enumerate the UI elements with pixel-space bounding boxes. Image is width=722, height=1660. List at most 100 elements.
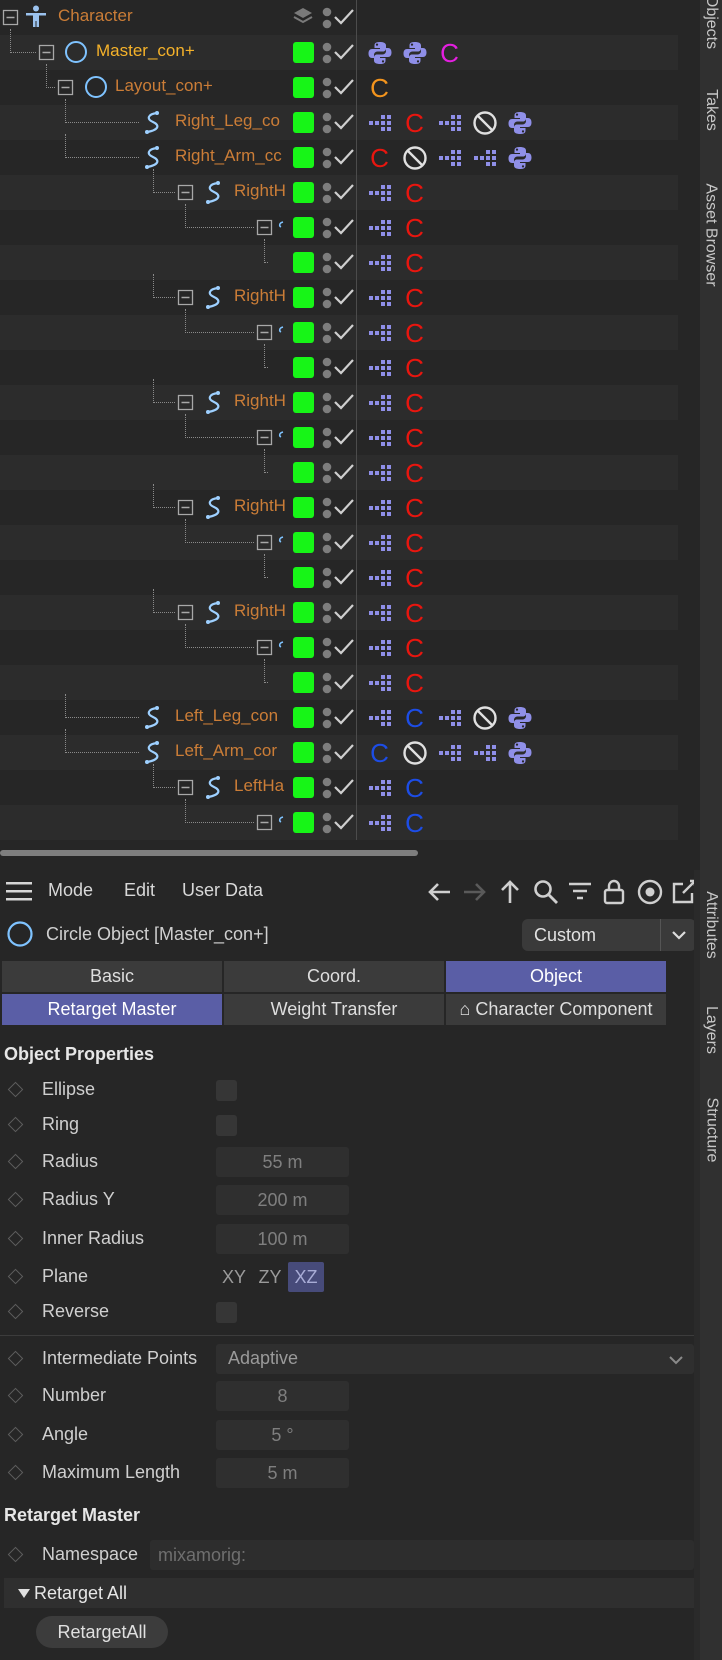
layer-color-swatch[interactable] bbox=[293, 567, 314, 588]
constraint-tag[interactable]: C bbox=[362, 74, 397, 102]
ik-tag[interactable] bbox=[362, 319, 397, 347]
enabled-check-icon[interactable] bbox=[333, 601, 355, 623]
collapse-icon[interactable] bbox=[177, 394, 194, 411]
animate-diamond-icon[interactable] bbox=[7, 1464, 24, 1481]
side-tab-takes[interactable]: Takes bbox=[700, 65, 722, 155]
ik-tag[interactable] bbox=[432, 739, 467, 767]
layer-color-swatch[interactable] bbox=[293, 322, 314, 343]
side-tab-structure[interactable]: Structure bbox=[700, 1075, 722, 1185]
constraint-tag[interactable]: C bbox=[397, 109, 432, 137]
object-row[interactable]: Left_Leg_con C bbox=[0, 694, 678, 735]
layer-color-swatch[interactable] bbox=[293, 147, 314, 168]
ik-tag[interactable] bbox=[362, 249, 397, 277]
python-tag[interactable] bbox=[502, 144, 537, 172]
visibility-dots-icon[interactable] bbox=[320, 390, 334, 416]
visibility-dots-icon[interactable] bbox=[320, 740, 334, 766]
object-name[interactable]: Master_con+ bbox=[96, 41, 276, 61]
visibility-dots-icon[interactable] bbox=[320, 75, 334, 101]
object-row[interactable]: RightH C bbox=[0, 274, 678, 315]
hamburger-menu-icon[interactable] bbox=[6, 880, 32, 902]
filter-icon[interactable] bbox=[566, 878, 594, 906]
preset-dropdown-button[interactable] bbox=[660, 919, 696, 951]
object-row[interactable]: Right_Leg_co C bbox=[0, 99, 678, 140]
ik-tag[interactable] bbox=[362, 354, 397, 382]
enabled-check-icon[interactable] bbox=[333, 146, 355, 168]
collapse-icon[interactable] bbox=[57, 79, 74, 96]
animate-diamond-icon[interactable] bbox=[7, 1350, 24, 1367]
enabled-check-icon[interactable] bbox=[333, 426, 355, 448]
ik-tag[interactable] bbox=[362, 634, 397, 662]
layer-color-swatch[interactable] bbox=[293, 77, 314, 98]
retarget-all-button[interactable]: RetargetAll bbox=[36, 1616, 168, 1648]
constraint-tag[interactable]: C bbox=[397, 354, 432, 382]
layer-icon[interactable] bbox=[292, 6, 314, 28]
arrow-left-icon[interactable] bbox=[426, 878, 454, 906]
ik-tag[interactable] bbox=[362, 809, 397, 837]
object-row[interactable]: LeftHa C bbox=[0, 764, 678, 805]
layer-color-swatch[interactable] bbox=[293, 112, 314, 133]
python-tag[interactable] bbox=[397, 39, 432, 67]
enabled-check-icon[interactable] bbox=[333, 76, 355, 98]
constraint-tag[interactable]: C bbox=[397, 564, 432, 592]
object-row[interactable]: RightH C bbox=[0, 379, 678, 420]
ik-tag[interactable] bbox=[432, 109, 467, 137]
object-row[interactable]: C bbox=[0, 414, 678, 455]
object-name[interactable]: Right_Arm_cc bbox=[175, 146, 286, 166]
plane-option-xy[interactable]: XY bbox=[216, 1262, 252, 1292]
constraint-tag[interactable]: C bbox=[397, 319, 432, 347]
enabled-check-icon[interactable] bbox=[333, 286, 355, 308]
constraint-tag[interactable]: C bbox=[397, 459, 432, 487]
visibility-dots-icon[interactable] bbox=[320, 565, 334, 591]
constraint-tag[interactable]: C bbox=[397, 704, 432, 732]
collapse-icon[interactable] bbox=[256, 219, 273, 236]
protection-tag[interactable] bbox=[467, 704, 502, 732]
enabled-check-icon[interactable] bbox=[333, 671, 355, 693]
enabled-check-icon[interactable] bbox=[333, 811, 355, 833]
enabled-check-icon[interactable] bbox=[333, 636, 355, 658]
visibility-dots-icon[interactable] bbox=[320, 40, 334, 66]
visibility-dots-icon[interactable] bbox=[320, 775, 334, 801]
constraint-tag[interactable]: C bbox=[397, 774, 432, 802]
number-field[interactable]: 8 bbox=[216, 1381, 349, 1411]
lock-icon[interactable] bbox=[600, 878, 628, 906]
object-name[interactable]: RightH bbox=[234, 286, 286, 306]
target-icon[interactable] bbox=[636, 878, 664, 906]
object-row[interactable]: RightH C bbox=[0, 169, 678, 210]
visibility-dots-icon[interactable] bbox=[320, 670, 334, 696]
object-row[interactable]: C bbox=[0, 554, 678, 595]
ik-tag[interactable] bbox=[432, 704, 467, 732]
animate-diamond-icon[interactable] bbox=[7, 1387, 24, 1404]
enabled-check-icon[interactable] bbox=[333, 461, 355, 483]
constraint-tag[interactable]: C bbox=[397, 599, 432, 627]
visibility-dots-icon[interactable] bbox=[320, 460, 334, 486]
ik-tag[interactable] bbox=[362, 179, 397, 207]
collapse-icon[interactable] bbox=[256, 814, 273, 831]
animate-diamond-icon[interactable] bbox=[7, 1303, 24, 1320]
enabled-check-icon[interactable] bbox=[333, 741, 355, 763]
visibility-dots-icon[interactable] bbox=[320, 145, 334, 171]
object-row[interactable]: C bbox=[0, 519, 678, 560]
ik-tag[interactable] bbox=[362, 459, 397, 487]
angle-field[interactable]: 5 ° bbox=[216, 1420, 349, 1450]
namespace-input[interactable]: mixamorig: bbox=[150, 1540, 694, 1570]
ik-tag[interactable] bbox=[432, 144, 467, 172]
search-icon[interactable] bbox=[532, 878, 560, 906]
inner-radius-field[interactable]: 100 m bbox=[216, 1224, 349, 1254]
tab-retarget-master[interactable]: Retarget Master bbox=[2, 994, 222, 1025]
plane-option-zy[interactable]: ZY bbox=[252, 1262, 288, 1292]
side-tab-objects[interactable]: Objects bbox=[700, 0, 722, 49]
collapse-icon[interactable] bbox=[256, 639, 273, 656]
enabled-check-icon[interactable] bbox=[333, 251, 355, 273]
object-row[interactable]: C bbox=[0, 204, 678, 245]
layer-color-swatch[interactable] bbox=[293, 287, 314, 308]
layer-color-swatch[interactable] bbox=[293, 462, 314, 483]
side-tab-attributes[interactable]: Attributes bbox=[700, 870, 722, 980]
constraint-tag[interactable]: C bbox=[397, 284, 432, 312]
layer-color-swatch[interactable] bbox=[293, 252, 314, 273]
enabled-check-icon[interactable] bbox=[333, 321, 355, 343]
visibility-dots-icon[interactable] bbox=[320, 425, 334, 451]
collapse-icon[interactable] bbox=[256, 324, 273, 341]
menu-user-data[interactable]: User Data bbox=[182, 880, 263, 901]
visibility-dots-icon[interactable] bbox=[320, 180, 334, 206]
tab-basic[interactable]: Basic bbox=[2, 961, 222, 992]
